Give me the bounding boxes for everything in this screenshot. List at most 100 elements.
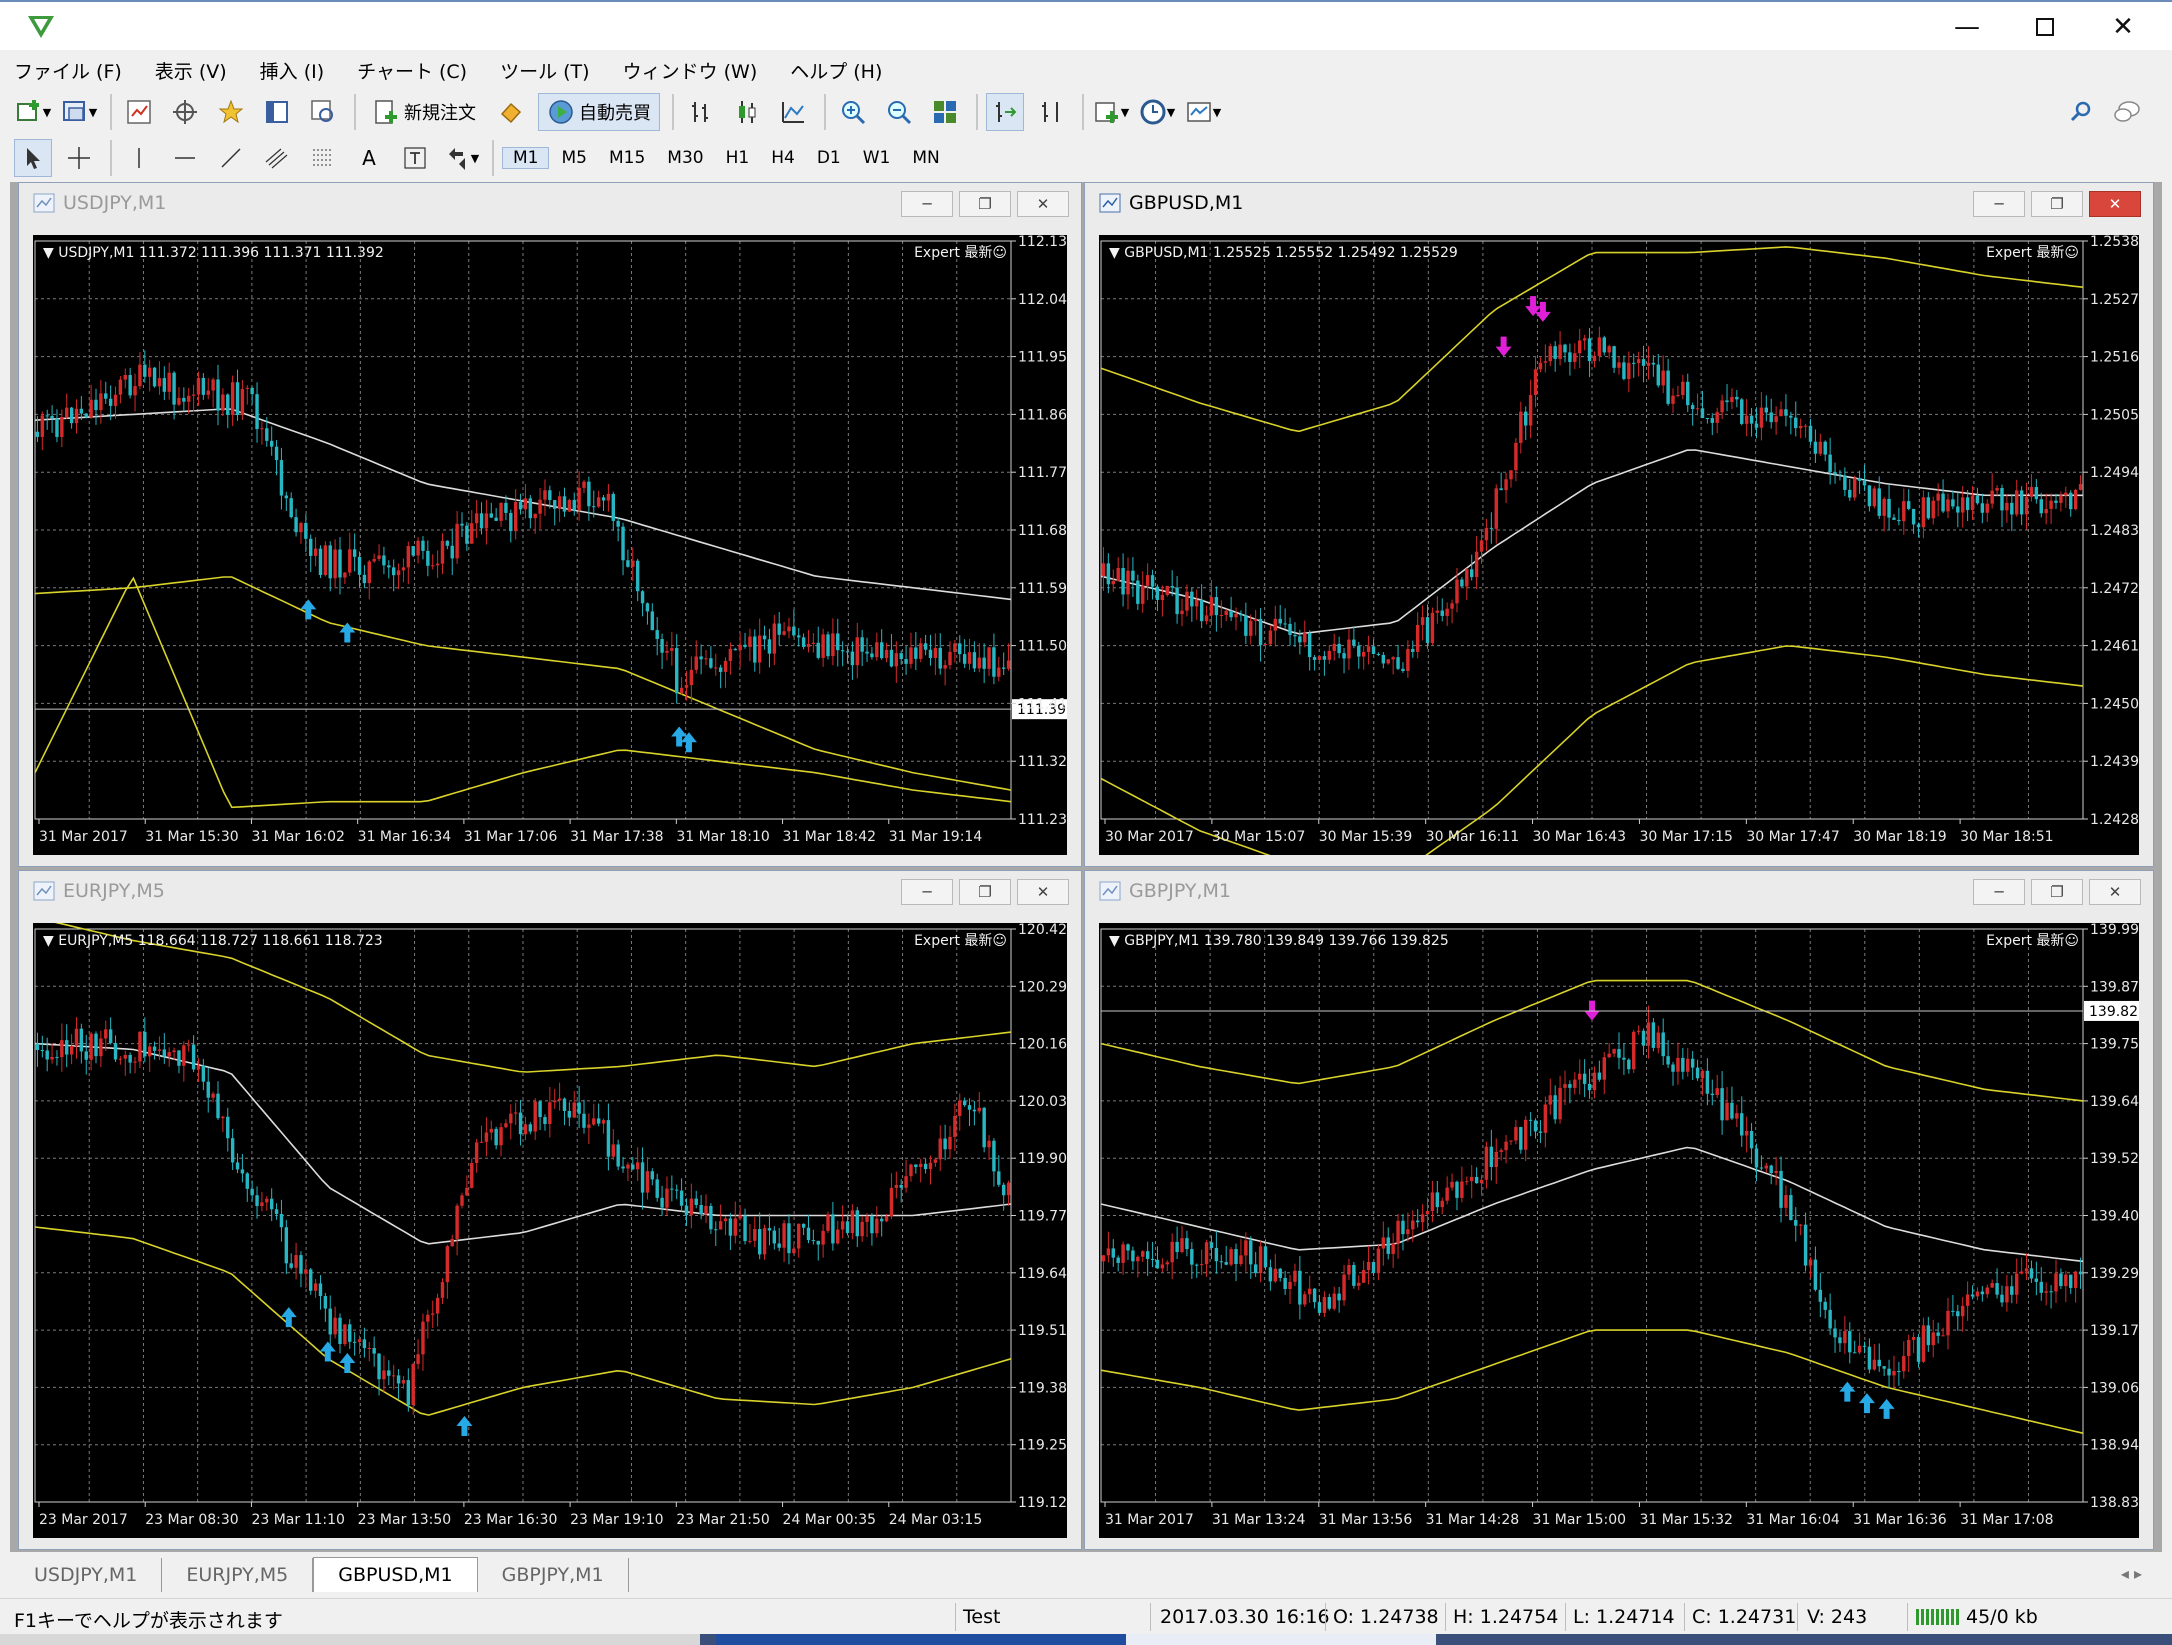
status-profile[interactable]: Test [963, 1606, 1000, 1628]
cursor-arrow-icon [27, 148, 40, 169]
new-chart-button[interactable]: ▼ [14, 93, 52, 131]
profiles-button[interactable]: ▼ [60, 93, 98, 131]
status-open: O: 1.24738 [1333, 1606, 1439, 1628]
chat-button[interactable] [2108, 93, 2146, 131]
crosshair-tool-button[interactable] [60, 139, 98, 177]
templates-button[interactable]: ▼ [1184, 93, 1222, 131]
price-axis-label: 119.250 [1018, 1438, 1067, 1454]
price-chart[interactable]: 139.825 139.990 139.875 139.755 139.640 139.5… [1099, 923, 2139, 1538]
price-chart-canvas: 139.825 139.990 139.875 139.755 139.640 139.5… [1099, 923, 2139, 1538]
tile-windows-button[interactable] [926, 93, 964, 131]
tab-gbpusd[interactable]: GBPUSD,M1 [313, 1557, 478, 1592]
metaeditor-button[interactable] [492, 93, 530, 131]
chart-restore-button[interactable]: ❐ [2031, 191, 2083, 217]
period-m30-button[interactable]: M30 [657, 148, 713, 168]
fibonacci-button[interactable] [304, 139, 342, 177]
line-chart-button[interactable] [774, 93, 812, 131]
auto-scroll-button[interactable] [986, 93, 1024, 131]
time-axis-label: 24 Mar 00:35 [783, 1512, 876, 1528]
menu-window[interactable]: ウィンドウ (W) [623, 57, 758, 84]
period-h4-button[interactable]: H4 [761, 148, 805, 168]
tab-eurjpy[interactable]: EURJPY,M5 [162, 1558, 314, 1592]
price-chart[interactable]: 1.25380 1.25270 1.25160 1.25050 1.24940 1.248… [1099, 235, 2139, 855]
navigator-button[interactable] [212, 93, 250, 131]
period-m1-button[interactable]: M1 [502, 147, 550, 169]
period-d1-button[interactable]: D1 [807, 148, 851, 168]
chart-minimize-button[interactable]: ─ [901, 879, 953, 905]
chart-tabs: USDJPY,M1 EURJPY,M5 GBPUSD,M1 GBPJPY,M1 … [10, 1556, 2162, 1592]
toolbar-separator [976, 94, 978, 130]
time-axis-label: 31 Mar 15:32 [1639, 1512, 1732, 1528]
trendline-button[interactable] [212, 139, 250, 177]
minimize-button[interactable]: — [1928, 2, 2006, 52]
chart-restore-button[interactable]: ❐ [2031, 879, 2083, 905]
restore-icon: ❐ [2050, 195, 2064, 213]
chart-restore-button[interactable]: ❐ [959, 191, 1011, 217]
data-window-button[interactable] [166, 93, 204, 131]
period-w1-button[interactable]: W1 [853, 148, 901, 168]
time-axis-label: 31 Mar 13:56 [1319, 1512, 1413, 1528]
price-axis-label: 1.24610 [2090, 639, 2139, 655]
period-m5-button[interactable]: M5 [551, 148, 596, 168]
chart-restore-button[interactable]: ❐ [959, 879, 1011, 905]
candlestick [826, 1211, 830, 1233]
market-watch-button[interactable] [120, 93, 158, 131]
new-order-button[interactable]: 新規注文 [364, 93, 484, 131]
tab-usdjpy[interactable]: USDJPY,M1 [10, 1558, 163, 1592]
chart-minimize-button[interactable]: ─ [901, 191, 953, 217]
zoom-in-button[interactable] [834, 93, 872, 131]
time-axis-label: 31 Mar 2017 [1105, 1512, 1194, 1528]
period-mn-button[interactable]: MN [902, 148, 949, 168]
candlestick [1852, 475, 1857, 501]
app-logo-icon [28, 16, 54, 38]
chart-close-button[interactable]: ✕ [2089, 879, 2141, 905]
chart-minimize-button[interactable]: ─ [1973, 879, 2025, 905]
chart-window-gbpusd[interactable]: GBPUSD,M1 ─ ❐ ✕ 1.253801.252701.251601.2… [1084, 182, 2154, 867]
menu-help[interactable]: ヘルプ (H) [790, 57, 882, 84]
menu-file[interactable]: ファイル (F) [14, 57, 122, 84]
menu-tools[interactable]: ツール (T) [500, 57, 589, 84]
chart-close-button[interactable]: ✕ [1017, 879, 1069, 905]
market-watch-icon [127, 100, 151, 124]
arrows-button[interactable]: ▼ [442, 139, 480, 177]
price-axis-label: 111.500 [1018, 639, 1067, 655]
chart-window-usdjpy[interactable]: USDJPY,M1 ─ ❐ ✕ 111.392112.130112.040111… [18, 182, 1082, 867]
tab-scroll-arrows[interactable]: ◂ ▸ [2121, 1564, 2142, 1583]
status-separator [1684, 1603, 1685, 1631]
status-close: C: 1.24731 [1692, 1606, 1797, 1628]
maximize-button[interactable] [2006, 2, 2084, 52]
toolbar-separator [110, 140, 112, 176]
vertical-line-button[interactable] [120, 139, 158, 177]
zoom-out-button[interactable] [880, 93, 918, 131]
bar-chart-button[interactable] [682, 93, 720, 131]
text-label-button[interactable] [396, 139, 434, 177]
text-tool-button[interactable]: A [350, 139, 388, 177]
menu-insert[interactable]: 挿入 (I) [260, 57, 324, 84]
candlestick [318, 545, 323, 579]
search-button[interactable] [2062, 93, 2100, 131]
candlestick-button[interactable] [728, 93, 766, 131]
chart-window-eurjpy[interactable]: EURJPY,M5 ─ ❐ ✕ 120.425120.295120.160120… [18, 870, 1082, 1550]
indicators-button[interactable]: ▼ [1092, 93, 1130, 131]
price-chart[interactable]: 111.392112.130112.040111.950111.860111.7… [33, 235, 1067, 855]
menu-view[interactable]: 表示 (V) [155, 57, 227, 84]
menu-charts[interactable]: チャート (C) [357, 57, 467, 84]
price-chart[interactable]: 120.425 120.295 120.160 120.030 119.900 119.7… [33, 923, 1067, 1538]
chart-shift-button[interactable] [1032, 93, 1070, 131]
strategy-tester-button[interactable] [304, 93, 342, 131]
chart-window-gbpjpy[interactable]: GBPJPY,M1 ─ ❐ ✕ 139.825139.990139.875139… [1084, 870, 2154, 1550]
horizontal-line-button[interactable] [166, 139, 204, 177]
period-m15-button[interactable]: M15 [599, 148, 655, 168]
periods-button[interactable]: ▼ [1138, 93, 1176, 131]
profiles-icon [62, 101, 85, 121]
terminal-button[interactable] [258, 93, 296, 131]
period-h1-button[interactable]: H1 [716, 148, 760, 168]
tab-gbpjpy[interactable]: GBPJPY,M1 [478, 1558, 629, 1592]
chart-close-button[interactable]: ✕ [2089, 191, 2141, 217]
equidistant-channel-button[interactable] [258, 139, 296, 177]
auto-trading-button[interactable]: 自動売買 [538, 93, 660, 131]
chart-minimize-button[interactable]: ─ [1973, 191, 2025, 217]
close-button[interactable]: ✕ [2084, 2, 2162, 52]
chart-close-button[interactable]: ✕ [1017, 191, 1069, 217]
cursor-tool-button[interactable] [14, 139, 52, 177]
